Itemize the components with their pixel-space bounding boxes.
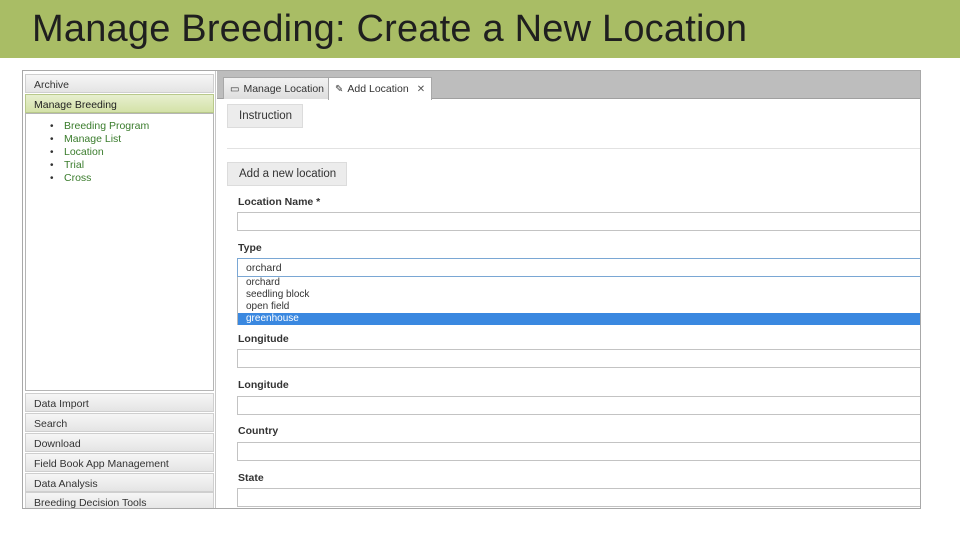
location-name-label: Location Name *: [238, 196, 321, 208]
sidebar-header-search[interactable]: Search: [25, 413, 214, 432]
longitude-input-2[interactable]: [237, 396, 920, 415]
longitude-label-2: Longitude: [238, 379, 289, 391]
longitude-input-1[interactable]: [237, 349, 920, 368]
country-label: Country: [238, 425, 279, 437]
sidebar-menu-list: Breeding Program Manage List Location Tr…: [26, 114, 213, 185]
sidebar-header-breeding-decision-tools[interactable]: Breeding Decision Tools: [25, 492, 214, 508]
tab-bar: ▭ Manage Location ✎ Add Location ✕: [217, 71, 920, 100]
location-name-input[interactable]: [237, 212, 920, 231]
type-option-seedling-block[interactable]: seedling block: [238, 289, 920, 301]
sidebar-header-download[interactable]: Download: [25, 433, 214, 452]
type-option-orchard[interactable]: orchard: [238, 277, 920, 289]
sidebar-header-data-import[interactable]: Data Import: [25, 393, 214, 412]
longitude-label-1: Longitude: [238, 333, 289, 345]
add-new-location-button[interactable]: Add a new location: [227, 162, 348, 186]
sidebar: Archive Manage Breeding Breeding Program…: [23, 71, 216, 508]
instruction-button[interactable]: Instruction: [227, 104, 304, 128]
sidebar-item-manage-list[interactable]: Manage List: [50, 133, 213, 146]
sidebar-panel-manage-breeding: Breeding Program Manage List Location Tr…: [25, 113, 214, 391]
divider: [227, 148, 920, 149]
type-dropdown-list: orchard seedling block open field greenh…: [237, 277, 920, 325]
sidebar-item-breeding-program[interactable]: Breeding Program: [50, 120, 213, 133]
type-option-greenhouse[interactable]: greenhouse: [238, 313, 920, 325]
sidebar-item-trial[interactable]: Trial: [50, 159, 213, 172]
state-label: State: [238, 472, 264, 484]
country-input[interactable]: [237, 442, 920, 461]
state-input[interactable]: [237, 488, 920, 507]
pencil-icon: ✎: [335, 84, 344, 95]
tab-manage-location[interactable]: ▭ Manage Location: [223, 77, 332, 99]
app-screenshot: Archive Manage Breeding Breeding Program…: [22, 70, 921, 509]
type-label: Type: [238, 242, 262, 254]
sidebar-header-archive[interactable]: Archive: [25, 74, 214, 93]
sidebar-item-location[interactable]: Location: [50, 146, 213, 159]
sidebar-header-field-book-app-management[interactable]: Field Book App Management: [25, 453, 214, 472]
tab-add-location[interactable]: ✎ Add Location ✕: [328, 77, 433, 100]
type-option-open-field[interactable]: open field: [238, 301, 920, 313]
tab-manage-location-label: Manage Location: [243, 83, 325, 95]
type-select[interactable]: orchard: [237, 258, 920, 277]
sidebar-header-manage-breeding[interactable]: Manage Breeding: [25, 94, 214, 113]
tab-add-location-label: Add Location: [347, 83, 409, 95]
sidebar-header-data-analysis[interactable]: Data Analysis: [25, 473, 214, 492]
slide-title: Manage Breeding: Create a New Location: [32, 8, 748, 50]
window-icon: ▭: [230, 84, 240, 95]
main-content: ▭ Manage Location ✎ Add Location ✕ Instruct…: [217, 71, 920, 508]
sidebar-item-cross[interactable]: Cross: [50, 172, 213, 185]
close-icon[interactable]: ✕: [417, 84, 425, 95]
